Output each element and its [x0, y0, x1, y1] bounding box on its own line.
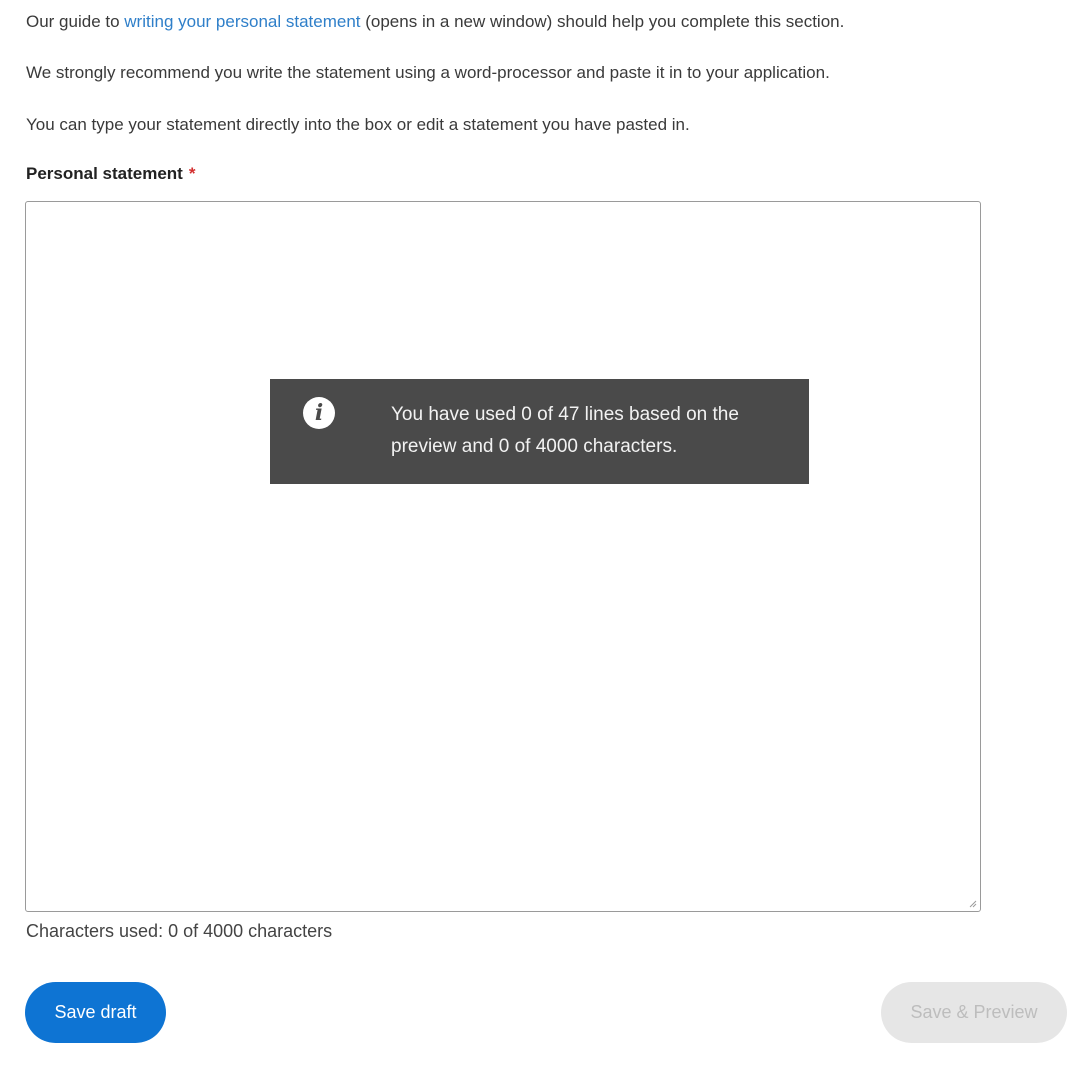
- guide-text-suffix: (opens in a new window) should help you …: [360, 12, 845, 31]
- guide-text-prefix: Our guide to: [26, 12, 125, 31]
- resize-handle-icon[interactable]: [968, 899, 977, 908]
- word-processor-recommendation: We strongly recommend you write the stat…: [26, 63, 830, 82]
- required-marker: *: [188, 164, 196, 183]
- line-usage-tooltip: i You have used 0 of 47 lines based on t…: [270, 379, 809, 484]
- guide-paragraph: Our guide to writing your personal state…: [26, 11, 844, 33]
- line-usage-text: You have used 0 of 47 lines based on the…: [391, 404, 739, 457]
- personal-statement-guide-link[interactable]: writing your personal statement: [124, 12, 360, 31]
- personal-statement-field[interactable]: [25, 201, 981, 912]
- save-preview-button[interactable]: Save & Preview: [881, 982, 1067, 1043]
- typing-instructions: You can type your statement directly int…: [26, 115, 690, 134]
- personal-statement-label-text: Personal statement: [26, 164, 183, 183]
- personal-statement-textarea[interactable]: [26, 202, 980, 911]
- info-icon: i: [303, 397, 335, 429]
- characters-used-counter: Characters used: 0 of 4000 characters: [26, 921, 333, 941]
- save-draft-button[interactable]: Save draft: [25, 982, 166, 1043]
- personal-statement-label: Personal statement *: [26, 163, 195, 185]
